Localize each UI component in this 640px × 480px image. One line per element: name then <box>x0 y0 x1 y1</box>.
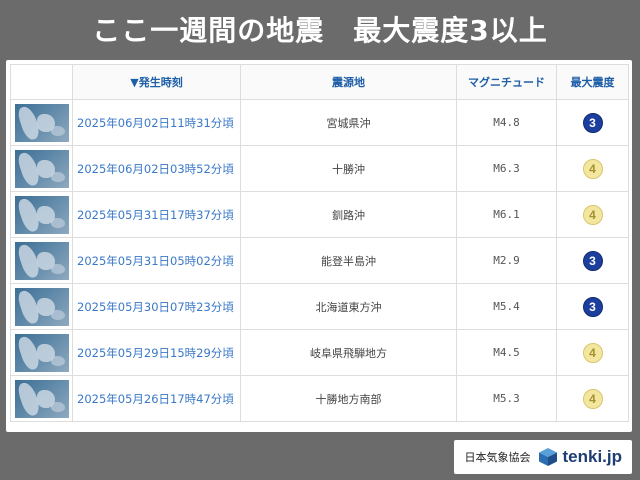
magnitude-cell: M4.8 <box>456 99 557 146</box>
map-thumbnail[interactable] <box>14 379 69 418</box>
intensity-cell: 4 <box>556 191 629 238</box>
occurrence-time-link[interactable]: 2025年05月30日07時23分頃 <box>72 283 241 330</box>
table-row[interactable]: 2025年05月30日07時23分頃 北海道東方沖 M5.4 3 <box>10 283 629 330</box>
header-time-sort[interactable]: ▼発生時刻 <box>72 64 241 100</box>
intensity-cell: 4 <box>556 375 629 422</box>
earthquake-table: ▼発生時刻 震源地 マグニチュード 最大震度 2025年06月02日11時31分… <box>10 64 629 422</box>
table-row[interactable]: 2025年06月02日03時52分頃 十勝沖 M6.3 4 <box>10 145 629 192</box>
intensity-badge: 4 <box>582 342 603 363</box>
intensity-cell: 3 <box>556 237 629 284</box>
header-place: 震源地 <box>240 64 457 100</box>
intensity-badge: 4 <box>582 388 603 409</box>
intensity-cell: 3 <box>556 283 629 330</box>
occurrence-time-link[interactable]: 2025年06月02日11時31分頃 <box>72 99 241 146</box>
epicenter-cell: 釧路沖 <box>240 191 457 238</box>
map-thumbnail-cell <box>10 145 73 192</box>
map-thumbnail[interactable] <box>14 149 69 188</box>
occurrence-time-link[interactable]: 2025年06月02日03時52分頃 <box>72 145 241 192</box>
map-thumbnail[interactable] <box>14 241 69 280</box>
epicenter-cell: 能登半島沖 <box>240 237 457 284</box>
header-magnitude: マグニチュード <box>456 64 557 100</box>
cube-logo-icon <box>539 448 558 466</box>
map-thumbnail-cell <box>10 237 73 284</box>
intensity-badge: 3 <box>582 112 603 133</box>
intensity-cell: 4 <box>556 145 629 192</box>
map-thumbnail-cell <box>10 329 73 376</box>
magnitude-cell: M2.9 <box>456 237 557 284</box>
occurrence-time-link[interactable]: 2025年05月29日15時29分頃 <box>72 329 241 376</box>
table-row[interactable]: 2025年05月26日17時47分頃 十勝地方南部 M5.3 4 <box>10 375 629 422</box>
table-row[interactable]: 2025年06月02日11時31分頃 宮城県沖 M4.8 3 <box>10 99 629 146</box>
map-thumbnail[interactable] <box>14 195 69 234</box>
epicenter-cell: 十勝沖 <box>240 145 457 192</box>
table-row[interactable]: 2025年05月31日17時37分頃 釧路沖 M6.1 4 <box>10 191 629 238</box>
occurrence-time-link[interactable]: 2025年05月31日05時02分頃 <box>72 237 241 284</box>
map-thumbnail-cell <box>10 283 73 330</box>
table-body: 2025年06月02日11時31分頃 宮城県沖 M4.8 3 2025年06月02日03… <box>10 99 629 422</box>
epicenter-cell: 十勝地方南部 <box>240 375 457 422</box>
occurrence-time-link[interactable]: 2025年05月31日17時37分頃 <box>72 191 241 238</box>
footer-credit: 日本気象協会 tenki.jp <box>454 440 632 474</box>
magnitude-cell: M4.5 <box>456 329 557 376</box>
occurrence-time-link[interactable]: 2025年05月26日17時47分頃 <box>72 375 241 422</box>
page-banner: ここ一週間の地震 最大震度3以上 <box>0 0 640 58</box>
intensity-cell: 4 <box>556 329 629 376</box>
intensity-badge: 3 <box>582 296 603 317</box>
map-thumbnail[interactable] <box>14 103 69 142</box>
magnitude-cell: M5.3 <box>456 375 557 422</box>
table-row[interactable]: 2025年05月31日05時02分頃 能登半島沖 M2.9 3 <box>10 237 629 284</box>
magnitude-cell: M6.1 <box>456 191 557 238</box>
logo-text: tenki.jp <box>562 447 622 466</box>
epicenter-cell: 岐阜県飛騨地方 <box>240 329 457 376</box>
header-map <box>10 64 73 100</box>
intensity-badge: 3 <box>582 250 603 271</box>
table-row[interactable]: 2025年05月29日15時29分頃 岐阜県飛騨地方 M4.5 4 <box>10 329 629 376</box>
magnitude-cell: M5.4 <box>456 283 557 330</box>
epicenter-cell: 北海道東方沖 <box>240 283 457 330</box>
banner-title: ここ一週間の地震 最大震度3以上 <box>92 14 548 47</box>
map-thumbnail-cell <box>10 99 73 146</box>
epicenter-cell: 宮城県沖 <box>240 99 457 146</box>
map-thumbnail[interactable] <box>14 333 69 372</box>
earthquake-list-panel: ▼発生時刻 震源地 マグニチュード 最大震度 2025年06月02日11時31分… <box>6 60 632 432</box>
intensity-badge: 4 <box>582 158 603 179</box>
map-thumbnail-cell <box>10 375 73 422</box>
map-thumbnail[interactable] <box>14 287 69 326</box>
map-thumbnail-cell <box>10 191 73 238</box>
table-header-row: ▼発生時刻 震源地 マグニチュード 最大震度 <box>10 64 629 100</box>
intensity-cell: 3 <box>556 99 629 146</box>
association-name: 日本気象協会 <box>464 451 531 464</box>
magnitude-cell: M6.3 <box>456 145 557 192</box>
intensity-badge: 4 <box>582 204 603 225</box>
tenki-logo[interactable]: tenki.jp <box>538 447 622 467</box>
header-intensity: 最大震度 <box>556 64 629 100</box>
